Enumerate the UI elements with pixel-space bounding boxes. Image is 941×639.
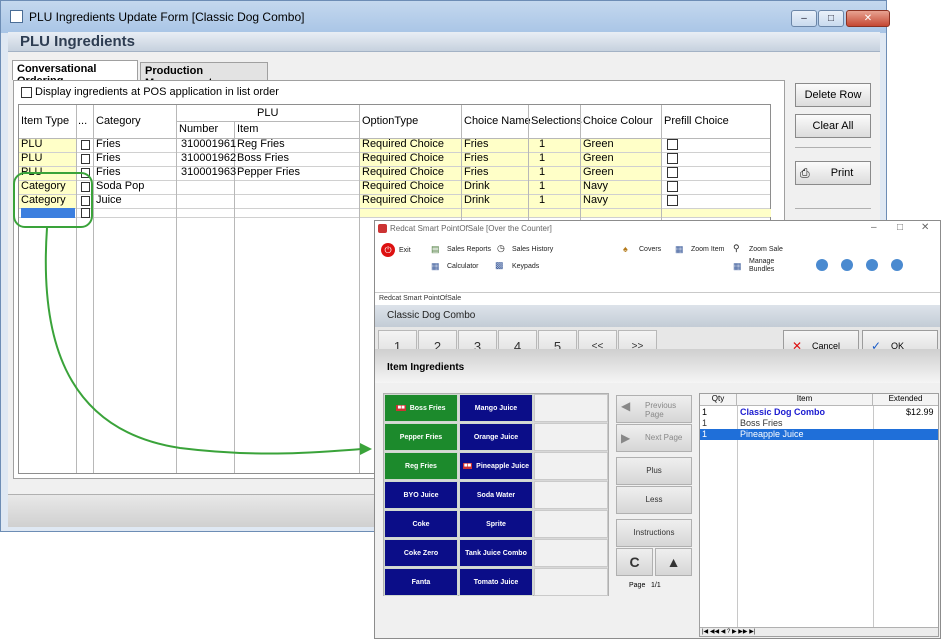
- scan-button[interactable]: ▲: [655, 548, 692, 576]
- calculator-label[interactable]: Calculator: [447, 263, 479, 270]
- keypads-icon[interactable]: ▩: [495, 260, 504, 271]
- order-table: Qty Item Extended 1 Classic Dog Combo $1…: [699, 393, 939, 637]
- order-row[interactable]: 1 Classic Dog Combo $12.99: [700, 407, 938, 418]
- selected-marker-icon: ■■: [462, 463, 473, 469]
- exit-icon[interactable]: ⏻: [381, 243, 395, 257]
- ingredient-button[interactable]: Fanta: [384, 568, 458, 596]
- next-page-button[interactable]: ▶ Next Page: [616, 424, 692, 452]
- header-order-item: Item: [737, 394, 873, 406]
- instructions-button[interactable]: Instructions: [616, 519, 692, 547]
- empty-ingredient-slot[interactable]: [534, 394, 608, 422]
- sales-reports-icon[interactable]: ▤: [431, 244, 440, 255]
- previous-page-label-1: Previous: [645, 401, 677, 410]
- pos-close-icon[interactable]: ✕: [921, 222, 929, 233]
- combo-name-bar: Classic Dog Combo: [375, 305, 940, 327]
- page-value: 1/1: [651, 582, 661, 589]
- empty-ingredient-slot[interactable]: [534, 510, 608, 538]
- ingredients-title: Item Ingredients: [387, 362, 465, 373]
- ingredient-button[interactable]: Pepper Fries: [384, 423, 458, 451]
- pos-maximize-icon[interactable]: □: [897, 222, 903, 233]
- next-page-label: Next Page: [645, 433, 683, 442]
- combo-name: Classic Dog Combo: [387, 310, 476, 321]
- empty-ingredient-slot[interactable]: [534, 481, 608, 509]
- covers-icon[interactable]: ♠: [623, 244, 628, 254]
- ingredient-button[interactable]: BYO Juice: [384, 481, 458, 509]
- selected-marker-icon: ■■: [396, 405, 406, 411]
- previous-page-button[interactable]: ◀ Previous Page: [616, 395, 692, 423]
- calculator-icon[interactable]: ▦: [431, 261, 440, 272]
- ingredients-header: Item Ingredients: [375, 349, 940, 383]
- previous-page-icon: ◀: [621, 399, 631, 413]
- next-page-icon: ▶: [621, 431, 631, 445]
- order-pager[interactable]: |◀ ◀◀ ◀ ? ▶ ▶▶ ▶|: [700, 627, 938, 636]
- covers-label[interactable]: Covers: [639, 246, 661, 253]
- ingredient-button[interactable]: Coke Zero: [384, 539, 458, 567]
- empty-ingredient-slot[interactable]: [534, 423, 608, 451]
- manage-bundles-icon[interactable]: ▦: [733, 261, 742, 272]
- ingredient-button[interactable]: ■■ Boss Fries: [384, 394, 458, 422]
- ingredient-button[interactable]: Tank Juice Combo: [459, 539, 533, 567]
- ingredient-button[interactable]: Coke: [384, 510, 458, 538]
- zoom-item-label[interactable]: Zoom Item: [691, 246, 724, 253]
- keypads-label[interactable]: Keypads: [512, 263, 539, 270]
- scroll-bottom-icon[interactable]: [891, 259, 903, 271]
- scanner-icon: ▲: [666, 554, 681, 570]
- pos-app-icon: [378, 224, 387, 233]
- empty-ingredient-slot[interactable]: [534, 539, 608, 567]
- sales-history-label[interactable]: Sales History: [512, 246, 553, 253]
- pos-app-name: Redcat Smart PointOfSale: [379, 295, 462, 302]
- pos-title-bar: Redcat Smart PointOfSale [Over the Count…: [375, 221, 940, 237]
- scroll-top-icon[interactable]: [866, 259, 878, 271]
- zoom-sale-icon[interactable]: ⚲: [733, 243, 740, 254]
- ingredient-button[interactable]: Tomato Juice: [459, 568, 533, 596]
- plus-button[interactable]: Plus: [616, 457, 692, 485]
- header-extended: Extended: [873, 394, 938, 406]
- manage-bundles-label-1[interactable]: Manage: [749, 258, 774, 265]
- empty-ingredient-slot[interactable]: [534, 568, 608, 596]
- pos-toolbar: ⏻ Exit ▤ Sales Reports ◷ Sales History ▦…: [375, 237, 940, 293]
- c-button[interactable]: C: [616, 548, 653, 576]
- pos-minimize-icon[interactable]: –: [871, 222, 877, 233]
- exit-label[interactable]: Exit: [399, 247, 411, 254]
- page-label: Page: [629, 582, 646, 589]
- sales-reports-label[interactable]: Sales Reports: [447, 246, 491, 253]
- zoom-sale-label[interactable]: Zoom Sale: [749, 246, 783, 253]
- pos-window: Redcat Smart PointOfSale [Over the Count…: [374, 220, 941, 639]
- scroll-up-icon[interactable]: [816, 259, 828, 271]
- order-row[interactable]: 1 Boss Fries: [700, 418, 938, 429]
- ingredient-button[interactable]: Sprite: [459, 510, 533, 538]
- previous-page-label-2: Page: [645, 410, 664, 419]
- ingredient-button[interactable]: Mango Juice: [459, 394, 533, 422]
- sales-history-icon[interactable]: ◷: [497, 243, 505, 254]
- ingredient-button[interactable]: Soda Water: [459, 481, 533, 509]
- pos-app-name-bar: Redcat Smart PointOfSale: [375, 293, 940, 305]
- ingredient-button[interactable]: Reg Fries: [384, 452, 458, 480]
- ingredient-button[interactable]: ■■ Pineapple Juice: [459, 452, 533, 480]
- zoom-item-icon[interactable]: ▦: [675, 244, 684, 255]
- order-row-selected[interactable]: 1 Pineapple Juice: [700, 429, 938, 440]
- header-qty: Qty: [700, 394, 737, 406]
- pos-title: Redcat Smart PointOfSale [Over the Count…: [390, 224, 552, 233]
- less-button[interactable]: Less: [616, 486, 692, 514]
- ingredient-button[interactable]: Orange Juice: [459, 423, 533, 451]
- manage-bundles-label-2[interactable]: Bundles: [749, 266, 774, 273]
- ingredient-button-grid: ■■ Boss Fries Mango Juice Pepper Fries O…: [383, 393, 609, 596]
- empty-ingredient-slot[interactable]: [534, 452, 608, 480]
- scroll-down-icon[interactable]: [841, 259, 853, 271]
